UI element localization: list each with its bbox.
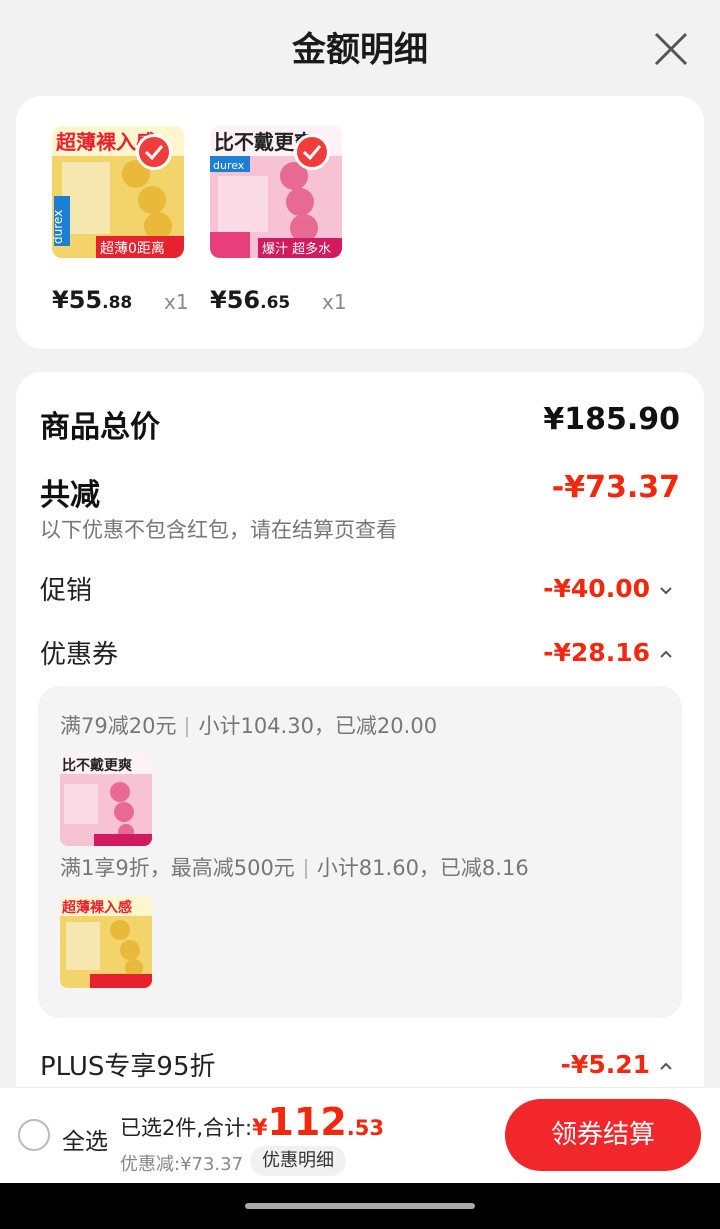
page-title: 金额明细 bbox=[292, 30, 428, 70]
product-brand: durex bbox=[52, 210, 65, 244]
product-price-row: ¥55.88 x1 bbox=[52, 286, 222, 320]
chevron-up-icon[interactable] bbox=[658, 1058, 674, 1074]
promo-row[interactable]: 促销 -¥40.00 bbox=[40, 570, 680, 610]
reduce-value: -¥73.37 bbox=[551, 470, 680, 505]
select-all-radio[interactable] bbox=[18, 1119, 50, 1151]
coupon-detail: 小计104.30，已减20.00 bbox=[198, 714, 438, 738]
product-qty: x1 bbox=[322, 290, 347, 314]
product-tag: 爆汁 超多水 bbox=[262, 241, 331, 257]
coupon-product-image: 超薄裸入感 bbox=[60, 896, 152, 988]
svg-text:比不戴更爽: 比不戴更爽 bbox=[62, 757, 132, 774]
coupon-value: -¥28.16 bbox=[543, 638, 650, 667]
checked-badge bbox=[136, 134, 172, 170]
coupon-label: 优惠券 bbox=[40, 640, 119, 670]
plus-label: PLUS专享95折 bbox=[40, 1052, 216, 1082]
coupon-row[interactable]: 优惠券 -¥28.16 bbox=[40, 634, 680, 674]
coupon-rule: 满1享9折，最高减500元 bbox=[60, 856, 295, 880]
check-icon bbox=[144, 145, 164, 161]
checked-badge bbox=[294, 134, 330, 170]
product-price: ¥56.65 bbox=[210, 286, 291, 314]
chevron-up-icon[interactable] bbox=[658, 646, 674, 662]
checkout-button[interactable]: 领券结算 bbox=[505, 1099, 701, 1171]
total-amount: 112 bbox=[267, 1100, 347, 1144]
product-image[interactable]: 比不戴更爽 durex 爆汁 超多水 bbox=[210, 126, 342, 258]
products-card: 超薄裸入感 durex 超薄0距离 ¥55.88 x1 比不戴更爽 durex … bbox=[16, 96, 704, 349]
product-brand: durex bbox=[213, 159, 245, 172]
product-tag: 超薄0距离 bbox=[100, 240, 165, 257]
chevron-down-icon[interactable] bbox=[658, 582, 674, 598]
plus-row[interactable]: PLUS专享95折 -¥5.21 bbox=[40, 1046, 680, 1086]
checkout-bar: 全选 已选2件,合计:¥112.53 优惠减:¥73.37 优惠明细 领券结算 bbox=[0, 1087, 720, 1183]
coupon-detail: 小计81.60，已减8.16 bbox=[316, 856, 529, 880]
coupon-rule: 满79减20元 bbox=[60, 714, 177, 738]
promo-value: -¥40.00 bbox=[543, 574, 650, 603]
saved-amount: 优惠减:¥73.37 bbox=[120, 1154, 244, 1175]
reduce-row: 共减 -¥73.37 bbox=[40, 470, 680, 513]
coupon-rule-line: 满79减20元 小计104.30，已减20.00 bbox=[60, 710, 437, 740]
total-price-value: ¥185.90 bbox=[543, 402, 680, 437]
discount-detail-button[interactable]: 优惠明细 bbox=[250, 1146, 346, 1176]
product-price: ¥55.88 bbox=[52, 286, 133, 314]
check-icon bbox=[302, 145, 322, 161]
close-button[interactable] bbox=[650, 28, 692, 70]
plus-value: -¥5.21 bbox=[560, 1050, 650, 1079]
svg-text:超薄裸入感: 超薄裸入感 bbox=[61, 899, 132, 916]
home-indicator[interactable] bbox=[245, 1203, 475, 1209]
total-price-row: 商品总价 ¥185.90 bbox=[40, 402, 680, 445]
promo-label: 促销 bbox=[40, 576, 93, 606]
discount-note: 以下优惠不包含红包，请在结算页查看 bbox=[40, 518, 397, 542]
total-summary: 已选2件,合计:¥112.53 bbox=[120, 1100, 384, 1144]
close-icon bbox=[654, 32, 688, 66]
selected-count: 已选2件,合计: bbox=[120, 1116, 253, 1140]
product-image[interactable]: 超薄裸入感 durex 超薄0距离 bbox=[52, 126, 184, 258]
reduce-label: 共减 bbox=[40, 478, 100, 513]
product-item[interactable]: 超薄裸入感 durex 超薄0距离 bbox=[52, 126, 184, 258]
product-qty: x1 bbox=[164, 290, 189, 314]
select-all-label[interactable]: 全选 bbox=[62, 1122, 108, 1156]
total-price-label: 商品总价 bbox=[40, 410, 160, 445]
product-price-row: ¥56.65 x1 bbox=[210, 286, 380, 320]
coupon-detail-panel: 满79减20元 小计104.30，已减20.00 比不戴更爽 满1享9折，最高减5… bbox=[38, 686, 682, 1018]
coupon-rule-line: 满1享9折，最高减500元 小计81.60，已减8.16 bbox=[60, 852, 529, 882]
system-nav-bar bbox=[0, 1183, 720, 1229]
coupon-product-image: 比不戴更爽 bbox=[60, 754, 152, 846]
product-item[interactable]: 比不戴更爽 durex 爆汁 超多水 bbox=[210, 126, 342, 258]
